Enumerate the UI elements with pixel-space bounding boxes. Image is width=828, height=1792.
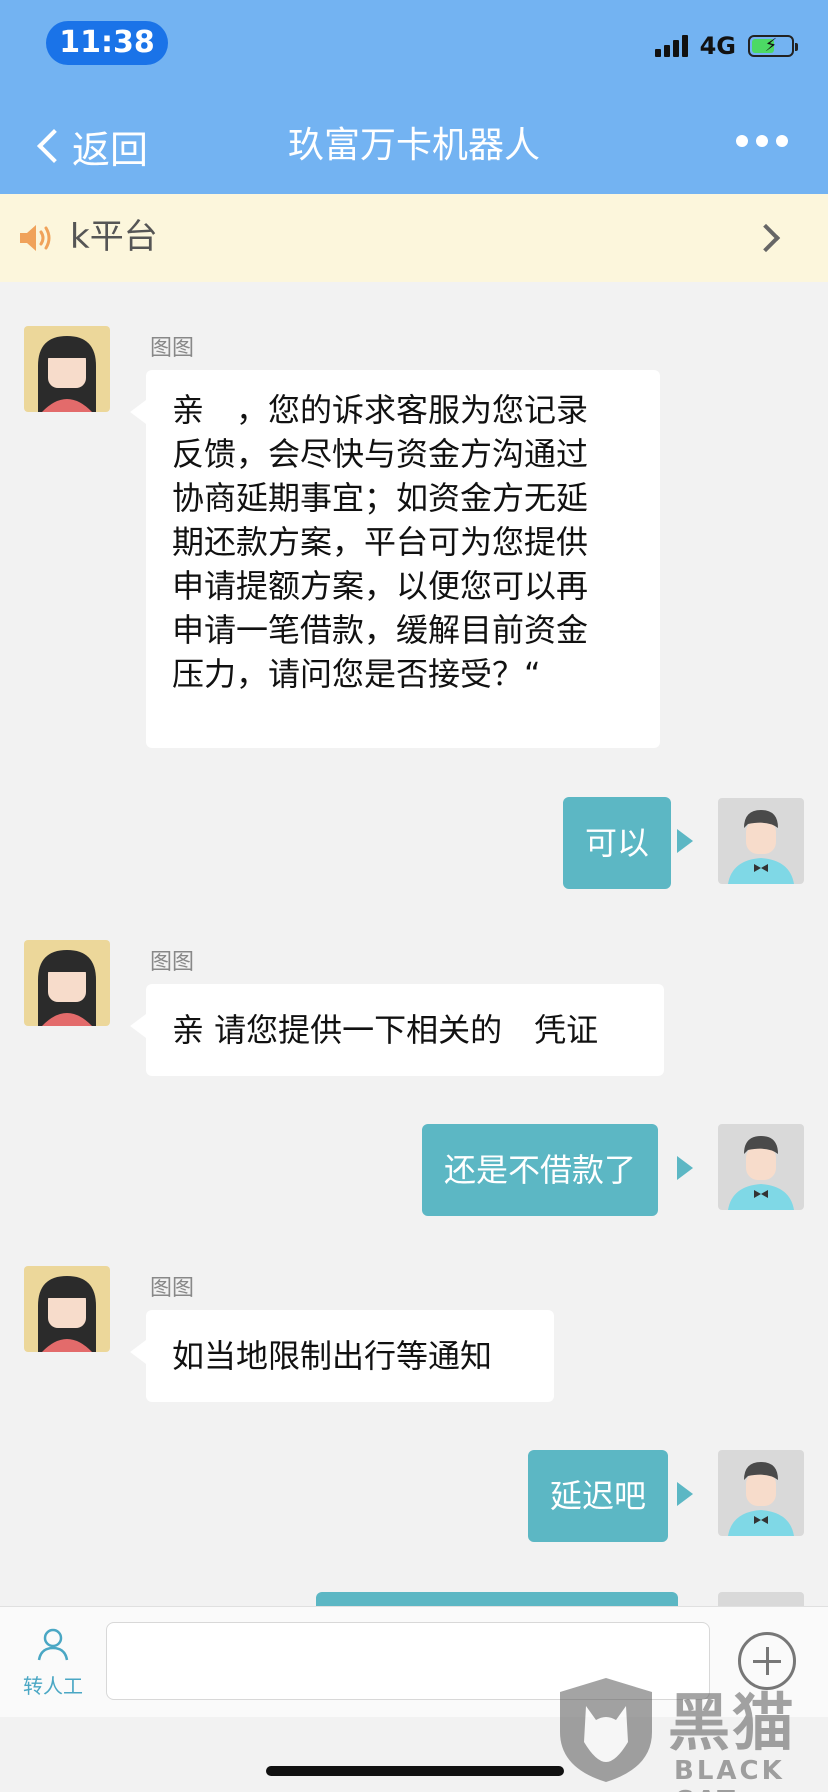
message-line: 亲 ，您的诉求客服为您记录 (172, 391, 589, 429)
user-avatar-partial (718, 1592, 804, 1606)
status-indicators: 4G ⚡ (654, 32, 798, 60)
message-line: 申请一笔借款，缓解目前资金 (172, 611, 589, 649)
sender-name: 图图 (150, 336, 195, 361)
transfer-human-button[interactable]: 转人工 (18, 1626, 88, 1699)
message-line: 反馈，会尽快与资金方沟通过 (172, 435, 589, 473)
user-avatar[interactable] (718, 1450, 804, 1536)
more-options-button[interactable] (736, 135, 788, 147)
status-time: 11:38 (46, 21, 168, 65)
chat-screen: 11:38 4G ⚡ 返回 玖富万卡机器人 k平台 图图 亲 ，您的诉求客服为您… (0, 0, 828, 1792)
person-icon (37, 1628, 69, 1661)
battery-icon: ⚡ (748, 35, 798, 57)
watermark-subtitle: BLACK CAT (674, 1756, 785, 1792)
bot-avatar[interactable] (24, 940, 110, 1026)
user-avatar[interactable] (718, 1124, 804, 1210)
transfer-label: 转人工 (23, 1674, 83, 1698)
user-message-bubble-partial (316, 1592, 678, 1606)
sender-name: 图图 (150, 1276, 195, 1301)
sender-name: 图图 (150, 950, 195, 975)
network-type: 4G (699, 32, 736, 60)
user-message-bubble: 还是不借款了 (422, 1124, 659, 1216)
blackcat-watermark: 黑猫 BLACK CAT (556, 1672, 828, 1792)
bot-message-bubble: 如当地限制出行等通知 (146, 1310, 554, 1402)
message-line: 协商延期事宜；如资金方无延 (172, 479, 589, 517)
signal-icon (654, 35, 688, 57)
notice-text: k平台 (70, 217, 158, 257)
message-line: 压力，请问您是否接受？“ (172, 655, 541, 693)
message-line: 期还款方案，平台可为您提供 (172, 523, 589, 561)
bot-avatar[interactable] (24, 326, 110, 412)
page-title: 玖富万卡机器人 (287, 125, 540, 166)
watermark-title: 黑猫 (668, 1686, 797, 1759)
user-message-bubble: 延迟吧 (528, 1450, 669, 1542)
cat-shield-icon (560, 1678, 652, 1782)
user-message-bubble: 可以 (563, 797, 672, 889)
message-line: 申请提额方案，以便您可以再 (172, 567, 589, 605)
user-avatar[interactable] (718, 798, 804, 884)
speaker-icon (20, 225, 51, 251)
bot-message-bubble: 亲 请您提供一下相关的 凭证 (146, 984, 664, 1076)
bot-message-bubble: 亲 ，您的诉求客服为您记录 反馈，会尽快与资金方沟通过 协商延期事宜；如资金方无… (146, 370, 660, 748)
home-indicator[interactable] (266, 1766, 564, 1776)
bot-avatar[interactable] (24, 1266, 110, 1352)
